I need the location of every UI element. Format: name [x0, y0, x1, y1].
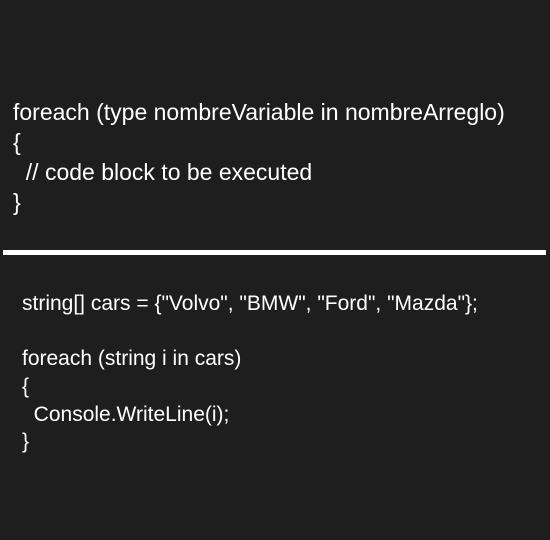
syntax-line-open-brace: { [13, 129, 21, 155]
syntax-line-comment: // code block to be executed [13, 159, 313, 185]
syntax-line-foreach: foreach (type nombreVariable in nombreAr… [13, 99, 505, 125]
example-line-open-brace: { [22, 375, 30, 398]
example-line-array: string[] cars = {"Volvo", "BMW", "Ford",… [22, 292, 478, 315]
example-line-close-brace: } [22, 430, 30, 453]
example-line-writeline: Console.WriteLine(i); [22, 403, 230, 426]
section-divider [3, 250, 546, 255]
syntax-line-close-brace: } [13, 189, 21, 215]
example-line-foreach: foreach (string i in cars) [22, 347, 242, 370]
